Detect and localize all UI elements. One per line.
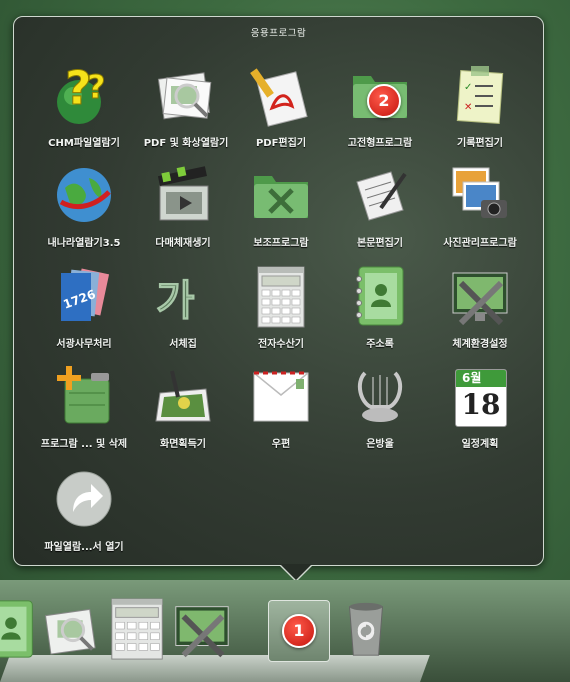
app-label: PDF편집기: [255, 138, 307, 149]
app-label: 프로그람 ... 및 삭제: [40, 439, 128, 450]
app-label: 파일열람...서 열기: [44, 542, 124, 553]
system-preferences-icon: [175, 606, 229, 658]
calendar-month: 6월: [456, 370, 506, 387]
utilities-folder-icon: [248, 162, 314, 228]
screenshot-icon: [150, 363, 216, 429]
app-label: 서광사무처리: [56, 339, 112, 350]
app-screenshot[interactable]: 화면획득기: [131, 363, 235, 450]
calendar-icon: 6월 18: [447, 363, 513, 429]
app-label: PDF 및 화상열람기: [143, 138, 229, 149]
trash-icon: [348, 602, 384, 656]
dock-item-trash[interactable]: [334, 597, 398, 661]
app-label: 체계환경설정: [452, 339, 508, 350]
app-utilities[interactable]: 보조프로그람: [229, 162, 333, 249]
music-lyre-icon: [347, 363, 413, 429]
font-book-icon: 가: [150, 263, 216, 329]
app-label: 내나라열람기3.5: [47, 238, 121, 249]
system-preferences-icon: [447, 263, 513, 329]
open-in-file-browser[interactable]: 파일열람...서 열기: [32, 466, 136, 553]
app-photo-manager[interactable]: 사진관리프로그람: [428, 162, 532, 249]
media-player-icon: [150, 162, 216, 228]
app-add-remove-programs[interactable]: 프로그람 ... 및 삭제: [32, 363, 136, 450]
app-naenara-browser[interactable]: 내나라열람기3.5: [32, 162, 136, 249]
app-text-editor[interactable]: 본문편집기: [328, 162, 432, 249]
dock-item-address-book[interactable]: [0, 597, 42, 661]
app-media-player[interactable]: 다매체재생기: [131, 162, 235, 249]
chm-help-icon: ? ?: [51, 61, 117, 128]
notification-badge: 1: [282, 614, 316, 648]
stack-title: 응용프로그람: [250, 28, 307, 39]
svg-text:✕: ✕: [464, 102, 472, 113]
folder-icon: 2: [347, 62, 413, 128]
stack-popup-pointer: [280, 564, 312, 580]
app-label: 보조프로그람: [253, 238, 309, 249]
dock-item-calculator[interactable]: [106, 597, 170, 661]
app-pdf-image-viewer[interactable]: PDF 및 화상열람기: [134, 62, 238, 149]
svg-text:?: ?: [87, 68, 106, 106]
open-in-finder-arrow-icon: [51, 466, 117, 532]
app-calendar[interactable]: 6월 18 일정계획: [428, 363, 532, 450]
app-label: 은방울: [366, 439, 394, 450]
svg-text:가: 가: [156, 276, 195, 325]
dock-item-system-preferences[interactable]: [170, 597, 234, 661]
office-suite-icon: 1726: [51, 263, 117, 329]
pdf-viewer-icon: [44, 608, 96, 655]
app-office-suite[interactable]: 1726 서광사무처리: [32, 263, 136, 350]
calculator-icon: [248, 263, 314, 329]
notes-icon: ✓ ✕: [447, 62, 513, 128]
app-label: CHM파일열람기: [48, 138, 120, 149]
app-classic-programs[interactable]: 2 고전형프로그람: [328, 62, 432, 149]
pdf-viewer-icon: [153, 62, 219, 128]
app-eunbangul-music[interactable]: 은방울: [328, 363, 432, 450]
address-book-icon: [347, 263, 413, 329]
app-calculator[interactable]: 전자수산기: [229, 263, 333, 350]
app-notes-editor[interactable]: ✓ ✕ 기록편집기: [428, 62, 532, 149]
browser-globe-icon: [51, 162, 117, 228]
photo-manager-icon: [447, 162, 513, 228]
app-label: 고전형프로그람: [347, 138, 413, 149]
add-remove-programs-icon: [51, 363, 117, 429]
app-chm-viewer[interactable]: ? ? CHM파일열람기: [32, 61, 136, 150]
svg-text:✓: ✓: [464, 82, 472, 93]
app-mail[interactable]: 우편: [229, 363, 333, 450]
app-label: 사진관리프로그람: [443, 238, 517, 249]
app-label: 서체집: [169, 339, 197, 350]
app-label: 주소록: [366, 339, 394, 350]
app-label: 다매체재생기: [155, 238, 211, 249]
dock-item-pdf-viewer[interactable]: [40, 597, 104, 661]
app-label: 전자수산기: [258, 339, 304, 350]
app-address-book[interactable]: 주소록: [328, 263, 432, 350]
mail-envelope-icon: [248, 363, 314, 429]
address-book-icon: [0, 600, 33, 658]
pdf-editor-icon: [248, 62, 314, 128]
app-pdf-editor[interactable]: PDF편집기: [229, 62, 333, 149]
app-label: 일정계획: [461, 439, 499, 450]
dock-item-applications-stack[interactable]: 1: [268, 600, 330, 662]
app-label: 화면획득기: [160, 439, 206, 450]
app-font-book[interactable]: 가 서체집: [131, 263, 235, 351]
app-label: 기록편집기: [457, 138, 503, 149]
calendar-day: 18: [461, 388, 501, 421]
applications-stack-popup: 응용프로그람 ? ? CHM파일열람기 PDF 및 화상열람기 PDF편집기 2…: [13, 16, 544, 566]
app-label: 본문편집기: [357, 238, 403, 249]
app-system-preferences[interactable]: 체계환경설정: [428, 263, 532, 350]
text-editor-icon: [347, 162, 413, 228]
notification-badge: 2: [367, 84, 401, 118]
app-label: 우편: [271, 439, 291, 450]
calculator-icon: [111, 598, 163, 660]
